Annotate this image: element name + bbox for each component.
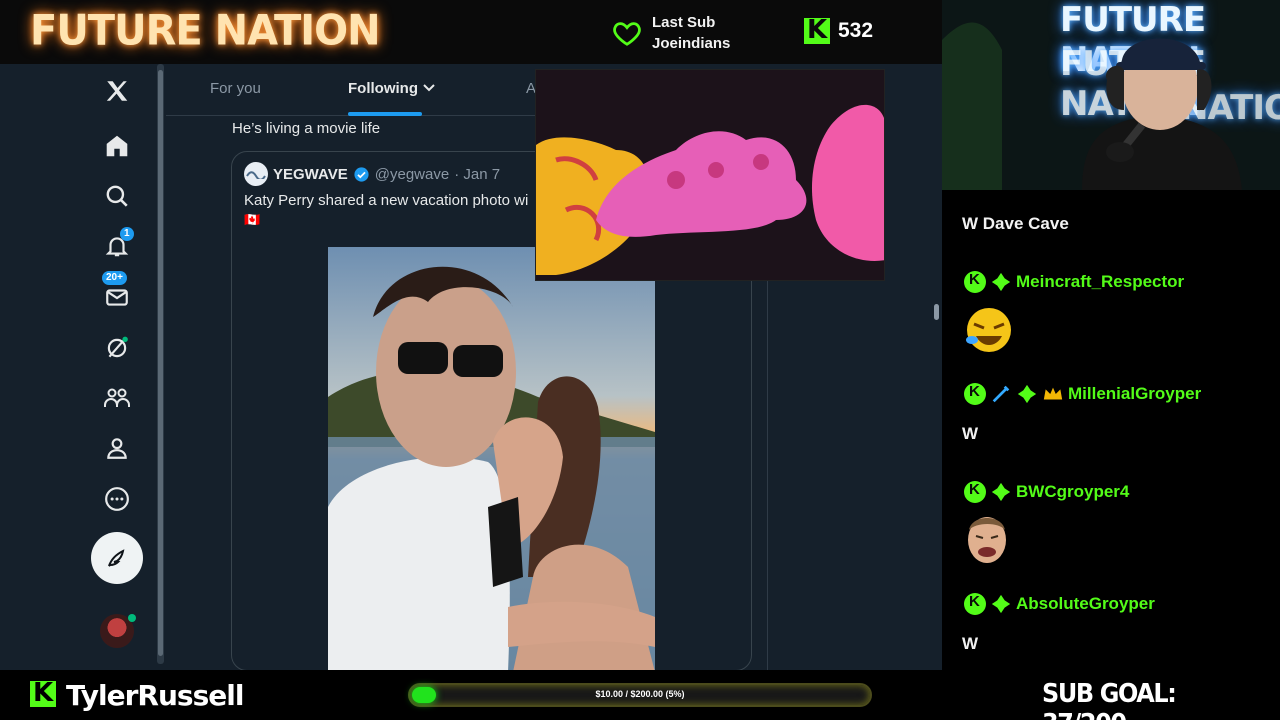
canada-flag-emoji: 🇨🇦: [244, 212, 261, 227]
messages-badge: 20+: [102, 271, 127, 285]
quote-photo[interactable]: [328, 247, 655, 670]
messages-icon[interactable]: 20+: [100, 271, 134, 314]
crown-badge-icon: [1043, 387, 1063, 400]
chat-username-row[interactable]: MillenialGroyper: [964, 383, 1201, 405]
kick-badge-icon: [964, 481, 986, 503]
search-icon[interactable]: [100, 179, 134, 213]
quote-date: · Jan 7: [454, 165, 501, 183]
chevron-down-icon: [423, 84, 435, 92]
chat-username-row[interactable]: BWCgroyper4: [964, 481, 1129, 503]
laughing-emote: [964, 306, 1014, 359]
home-icon[interactable]: [100, 129, 134, 163]
more-icon[interactable]: [100, 482, 134, 516]
quote-avatar[interactable]: [244, 162, 268, 186]
stream-top-bar: FUTURE NATION Last Sub Joeindians 532: [0, 0, 942, 64]
webcam-feed: FUTURE NATION FUTURE NATION NATION: [942, 0, 1280, 190]
grok-icon[interactable]: [100, 331, 134, 365]
kick-badge-icon: [964, 593, 986, 615]
account-avatar[interactable]: [100, 614, 136, 648]
kick-badge-icon: [964, 271, 986, 293]
quote-header: YEGWAVE @yegwave · Jan 7: [244, 162, 500, 186]
streamer-name: TylerRussell: [66, 679, 244, 712]
chat-username-row[interactable]: AbsoluteGroyper: [964, 593, 1155, 615]
profile-icon[interactable]: [100, 431, 134, 465]
subscriber-badge-icon: [991, 594, 1011, 614]
notifications-badge: 1: [120, 227, 134, 241]
feather-icon: [108, 549, 125, 567]
chat-username[interactable]: AbsoluteGroyper: [1016, 594, 1155, 614]
quote-body-text: Katy Perry shared a new vacation photo w…: [244, 192, 529, 209]
kick-logo-icon: [804, 15, 830, 45]
online-dot-icon: [128, 614, 136, 622]
overlay-video-clip: [535, 69, 885, 281]
subscriber-badge-icon: [991, 482, 1011, 502]
last-sub-widget: Last Sub Joeindians: [612, 12, 730, 54]
chat-username-row[interactable]: Meincraft_Respector: [964, 271, 1184, 293]
chat-message-text: W Dave Cave: [962, 214, 1069, 233]
donation-goal-text: $10.00 / $200.00 (5%): [595, 689, 685, 699]
stream-brand-logo: FUTURE NATION: [30, 6, 381, 56]
post-button[interactable]: [91, 532, 143, 584]
chat-username[interactable]: BWCgroyper4: [1016, 482, 1129, 502]
quote-author-name[interactable]: YEGWAVE: [273, 166, 348, 183]
x-logo-icon[interactable]: [100, 74, 134, 108]
follower-count: 532: [838, 19, 874, 42]
quote-author-handle[interactable]: @yegwave: [375, 166, 449, 183]
chat-message-text: W: [962, 424, 979, 443]
subscriber-badge-icon: [991, 272, 1011, 292]
sub-goal-text: SUB GOAL: 37/200: [1042, 679, 1177, 720]
tab-for-you[interactable]: For you: [210, 80, 261, 97]
chat-panel: W Dave Cave Meincraft_Respector Millenia…: [942, 190, 1280, 670]
tab-following-label: Following: [348, 80, 418, 97]
notifications-icon[interactable]: 1: [100, 227, 134, 263]
last-sub-name: Joeindians: [652, 35, 731, 52]
streamer-silhouette: [942, 22, 1242, 190]
kick-logo-icon: [30, 678, 56, 708]
sword-badge-icon: [992, 385, 1010, 403]
kick-badge-icon: [964, 383, 986, 405]
main-scrollbar[interactable]: [931, 64, 942, 670]
sidebar-scrollbar[interactable]: [157, 64, 164, 664]
chat-message-text: W: [962, 634, 979, 653]
x-sidebar-nav: 1 20+: [0, 64, 165, 670]
verified-badge-icon: [354, 166, 369, 182]
wave-logo-icon: [246, 171, 266, 179]
chat-username[interactable]: MillenialGroyper: [1068, 384, 1201, 404]
last-sub-label: Last Sub: [652, 14, 716, 31]
stream-bottom-bar: TylerRussell $10.00 / $200.00 (5%) SUB G…: [0, 670, 1280, 720]
tweet-text: He’s living a movie life: [232, 120, 381, 137]
chat-username[interactable]: Meincraft_Respector: [1016, 272, 1184, 292]
subscriber-badge-icon: [1017, 384, 1037, 404]
donation-goal-bar: $10.00 / $200.00 (5%): [408, 683, 872, 707]
tab-following[interactable]: Following: [348, 80, 436, 97]
face-emote: [964, 512, 1010, 569]
kick-follower-count: 532: [804, 15, 874, 45]
heart-icon: [613, 22, 641, 46]
communities-icon[interactable]: [100, 381, 134, 415]
